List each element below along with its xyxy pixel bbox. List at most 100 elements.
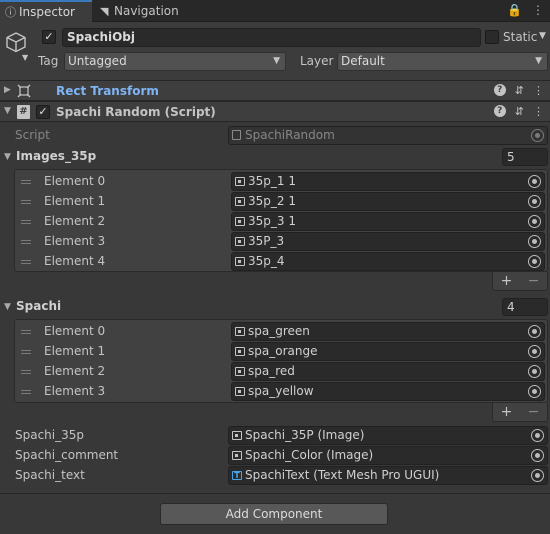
tab-inspector[interactable]: ⓘ Inspector (0, 0, 92, 22)
drag-handle-icon[interactable] (21, 370, 31, 374)
lock-icon[interactable]: 🔒 (507, 3, 522, 17)
images-list-footer: + − (492, 272, 548, 291)
remove-element-button[interactable]: − (528, 273, 540, 289)
object-picker-icon[interactable] (528, 365, 541, 378)
spachi-label[interactable]: Spachi (16, 299, 61, 313)
list-item[interactable]: Element 0 35p_1 1 (15, 172, 547, 192)
image-icon (232, 451, 242, 460)
rect-transform-header[interactable]: ▶ Rect Transform ? ⇵ ⋮ (0, 80, 550, 101)
images-size-field[interactable]: 5 (502, 148, 548, 166)
element-object-field[interactable]: spa_orange (231, 342, 545, 361)
element-label: Element 1 (44, 194, 106, 208)
spachi-random-header[interactable]: ▼ # ✓ Spachi Random (Script) ? ⇵ ⋮ (0, 101, 550, 122)
object-picker-icon[interactable] (528, 345, 541, 358)
element-label: Element 0 (44, 174, 106, 188)
list-item[interactable]: Element 1 spa_orange (15, 342, 547, 362)
element-value: spa_yellow (248, 384, 314, 398)
more-vertical-icon[interactable]: ⋮ (533, 84, 544, 97)
help-icon[interactable]: ? (493, 105, 506, 117)
object-picker-icon[interactable] (531, 449, 544, 462)
tab-inspector-label: Inspector (19, 5, 75, 19)
add-element-button[interactable]: + (501, 404, 513, 420)
spachi-text-field[interactable]: T SpachiText (Text Mesh Pro UGUI) (228, 466, 548, 485)
object-picker-icon[interactable] (531, 429, 544, 442)
element-object-field[interactable]: 35p_4 (231, 252, 545, 271)
static-checkbox[interactable] (485, 30, 499, 44)
component-enabled-checkbox[interactable]: ✓ (36, 105, 50, 119)
drag-handle-icon[interactable] (21, 330, 31, 334)
spachi-35p-field[interactable]: Spachi_35P (Image) (228, 426, 548, 445)
tab-navigation-label: Navigation (114, 4, 179, 18)
fold-down-icon[interactable]: ▼ (4, 302, 11, 312)
list-item[interactable]: Element 3 spa_yellow (15, 382, 547, 402)
element-object-field[interactable]: 35p_1 1 (231, 172, 545, 191)
object-picker-icon[interactable] (528, 385, 541, 398)
drag-handle-icon[interactable] (21, 240, 31, 244)
element-label: Element 1 (44, 344, 106, 358)
list-item[interactable]: Element 3 35P_3 (15, 232, 547, 252)
element-object-field[interactable]: spa_green (231, 322, 545, 341)
drag-handle-icon[interactable] (21, 350, 31, 354)
icon-dropdown-caret[interactable]: ▼ (22, 53, 28, 62)
image-icon (232, 431, 242, 440)
images-label[interactable]: Images_35p (16, 149, 96, 163)
list-item[interactable]: Element 2 35p_3 1 (15, 212, 547, 232)
image-icon (235, 327, 245, 336)
spachi-comment-field[interactable]: Spachi_Color (Image) (228, 446, 548, 465)
drag-handle-icon[interactable] (21, 260, 31, 264)
element-label: Element 3 (44, 234, 106, 248)
layer-dropdown[interactable]: Default ▼ (337, 52, 548, 71)
more-vertical-icon[interactable]: ⋮ (532, 3, 544, 17)
drag-handle-icon[interactable] (21, 200, 31, 204)
list-item[interactable]: Element 1 35p_2 1 (15, 192, 547, 212)
add-component-button[interactable]: Add Component (160, 503, 388, 525)
static-dropdown-caret[interactable]: ▼ (539, 31, 546, 41)
element-object-field[interactable]: 35P_3 (231, 232, 545, 251)
object-picker-icon[interactable] (528, 175, 541, 188)
help-icon[interactable]: ? (493, 84, 506, 96)
element-object-field[interactable]: spa_yellow (231, 382, 545, 401)
divider (0, 493, 550, 494)
tab-bar: ⓘ Inspector ◥ Navigation 🔒 ⋮ (0, 0, 550, 22)
remove-element-button[interactable]: − (528, 404, 540, 420)
element-label: Element 0 (44, 324, 106, 338)
object-picker-icon[interactable] (531, 469, 544, 482)
navigation-icon: ◥ (100, 4, 109, 18)
fold-down-icon[interactable]: ▼ (4, 106, 11, 116)
tab-navigation[interactable]: ◥ Navigation (96, 0, 179, 22)
image-icon (235, 367, 245, 376)
add-element-button[interactable]: + (501, 273, 513, 289)
image-icon (235, 217, 245, 226)
fold-right-icon[interactable]: ▶ (4, 85, 11, 95)
element-object-field[interactable]: 35p_2 1 (231, 192, 545, 211)
list-item[interactable]: Element 2 spa_red (15, 362, 547, 382)
tag-dropdown[interactable]: Untagged ▼ (64, 52, 286, 71)
spachi-random-title: Spachi Random (Script) (56, 105, 216, 119)
field-label: Spachi_text (15, 468, 85, 482)
object-picker-icon[interactable] (528, 255, 541, 268)
object-picker-icon[interactable] (528, 215, 541, 228)
object-picker-icon[interactable] (528, 325, 541, 338)
active-checkbox[interactable]: ✓ (42, 30, 56, 44)
element-object-field[interactable]: spa_red (231, 362, 545, 381)
image-icon (235, 177, 245, 186)
object-picker-icon[interactable] (528, 235, 541, 248)
drag-handle-icon[interactable] (21, 390, 31, 394)
list-item[interactable]: Element 4 35p_4 (15, 252, 547, 272)
list-item[interactable]: Element 0 spa_green (15, 322, 547, 342)
presets-icon[interactable]: ⇵ (515, 84, 524, 97)
fold-down-icon[interactable]: ▼ (4, 152, 11, 162)
element-label: Element 3 (44, 384, 106, 398)
drag-handle-icon[interactable] (21, 220, 31, 224)
image-icon (235, 347, 245, 356)
script-label: Script (15, 128, 50, 142)
more-vertical-icon[interactable]: ⋮ (533, 105, 544, 118)
object-picker-icon[interactable] (528, 195, 541, 208)
spachi-size-field[interactable]: 4 (502, 298, 548, 316)
object-name-field[interactable]: SpachiObj (62, 28, 481, 47)
object-picker-icon (531, 129, 544, 142)
element-object-field[interactable]: 35p_3 1 (231, 212, 545, 231)
tag-value: Untagged (68, 54, 127, 68)
drag-handle-icon[interactable] (21, 180, 31, 184)
presets-icon[interactable]: ⇵ (515, 105, 524, 118)
